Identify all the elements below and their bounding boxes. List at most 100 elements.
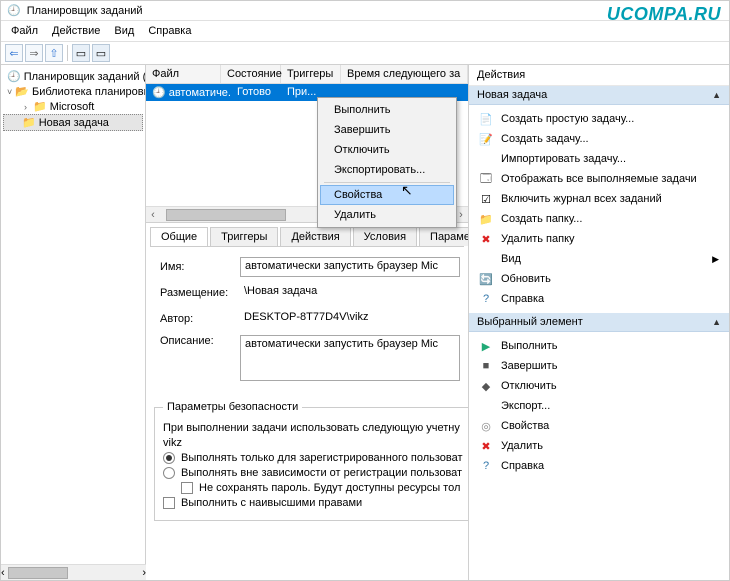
toolbar-btn-2[interactable]: ▭	[92, 44, 110, 62]
app-icon	[7, 4, 21, 17]
action-item[interactable]: ■Завершить	[473, 356, 725, 376]
action-label: Отключить	[501, 380, 557, 392]
separator	[324, 182, 450, 183]
up-button[interactable]	[45, 44, 63, 62]
action-item[interactable]: Вид▶	[473, 249, 725, 269]
action-label: Свойства	[501, 420, 549, 432]
tree-root[interactable]: Планировщик заданий (Лок	[3, 69, 143, 84]
name-field[interactable]: автоматически запустить браузер Mic	[240, 257, 460, 277]
ctx-export[interactable]: Экспортировать...	[320, 160, 454, 180]
tree-new-task[interactable]: Новая задача	[3, 114, 143, 131]
back-button[interactable]	[5, 44, 23, 62]
tab-triggers[interactable]: Триггеры	[210, 227, 278, 246]
task-state: Готово	[231, 84, 281, 101]
mouse-cursor: ↖	[401, 182, 413, 199]
folder-icon	[33, 100, 47, 113]
action-icon	[479, 252, 493, 266]
radio-icon	[163, 452, 175, 464]
action-label: Справка	[501, 293, 544, 305]
action-item[interactable]: 🔄 Обновить	[473, 269, 725, 289]
action-item[interactable]: 📝 Создать задачу...	[473, 129, 725, 149]
tab-params[interactable]: Параметры	[419, 227, 468, 246]
ctx-run[interactable]: Выполнить	[320, 100, 454, 120]
security-fieldset: Параметры безопасности При выполнении за…	[154, 401, 468, 521]
radio-icon	[163, 467, 175, 479]
action-item[interactable]: ◆Отключить	[473, 376, 725, 396]
action-item[interactable]: 📄Создать простую задачу...	[473, 109, 725, 129]
ctx-end[interactable]: Завершить	[320, 120, 454, 140]
action-item[interactable]: Импортировать задачу...	[473, 149, 725, 169]
action-label: Выполнить	[501, 340, 557, 352]
actions-pane: Действия Новая задача▲ 📄Создать простую …	[469, 65, 729, 580]
action-label: Обновить	[501, 273, 551, 285]
app-window: UCOMPA.RU Планировщик заданий Файл Дейст…	[0, 0, 730, 581]
tab-general[interactable]: Общие	[150, 227, 208, 246]
action-label: Справка	[501, 460, 544, 472]
list-header: Файл Состояние Триггеры Время следующего…	[146, 65, 468, 84]
clock-icon	[7, 70, 21, 83]
location-label: Размещение:	[160, 287, 240, 299]
check-icon	[163, 497, 175, 509]
location-field: \Новая задача	[240, 283, 460, 303]
author-field: DESKTOP-8T77D4V\vikz	[240, 309, 460, 329]
action-icon: 📁	[479, 212, 493, 226]
action-item[interactable]: 🗔Отображать все выполняемые задачи	[473, 169, 725, 189]
action-icon	[479, 399, 493, 413]
task-name: автоматиче...	[169, 87, 231, 99]
toolbar: ▭ ▭	[1, 42, 729, 65]
menu-help[interactable]: Справка	[142, 23, 197, 39]
action-icon: 🗔	[479, 172, 493, 186]
desc-field[interactable]: автоматически запустить браузер Mic	[240, 335, 460, 381]
actions-section-task[interactable]: Новая задача▲	[469, 86, 729, 105]
action-item[interactable]: ◎ Свойства	[473, 416, 725, 436]
menu-action[interactable]: Действие	[46, 23, 106, 39]
action-icon: ?	[479, 459, 493, 473]
action-item[interactable]: ✖Удалить папку	[473, 229, 725, 249]
check-no-password[interactable]: Не сохранять пароль. Будут доступны ресу…	[163, 482, 463, 494]
action-item[interactable]: ☑Включить журнал всех заданий	[473, 189, 725, 209]
radio-logged-on[interactable]: Выполнять только для зарегистрированного…	[163, 452, 463, 464]
check-icon	[181, 482, 193, 494]
tab-conditions[interactable]: Условия	[353, 227, 417, 246]
actions-section-selected[interactable]: Выбранный элемент▲	[469, 313, 729, 332]
check-highest[interactable]: Выполнить с наивысшими правами	[163, 497, 463, 509]
tab-actions[interactable]: Действия	[280, 227, 350, 246]
action-item[interactable]: ?Справка	[473, 289, 725, 309]
name-label: Имя:	[160, 261, 240, 273]
nav-tree: Планировщик заданий (Лок ˅ Библиотека пл…	[1, 65, 146, 580]
action-item[interactable]: 📁Создать папку...	[473, 209, 725, 229]
tree-scrollbar[interactable]: ‹›	[1, 564, 146, 580]
ctx-properties[interactable]: Свойства	[320, 185, 454, 205]
submenu-icon: ▶	[712, 254, 719, 265]
col-next[interactable]: Время следующего за	[341, 65, 468, 83]
tree-library[interactable]: ˅ Библиотека планировщ	[3, 84, 143, 99]
security-line1: При выполнении задачи использовать следу…	[163, 422, 463, 434]
action-icon	[479, 152, 493, 166]
action-icon: ◎	[479, 419, 493, 433]
col-file[interactable]: Файл	[146, 65, 221, 83]
tree-microsoft[interactable]: › Microsoft	[3, 99, 143, 114]
action-item[interactable]: Экспорт...	[473, 396, 725, 416]
radio-any[interactable]: Выполнять вне зависимости от регистрации…	[163, 467, 463, 479]
action-icon: 🔄	[479, 272, 493, 286]
menu-view[interactable]: Вид	[108, 23, 140, 39]
action-item[interactable]: ✖Удалить	[473, 436, 725, 456]
forward-button[interactable]	[25, 44, 43, 62]
collapse-icon: ▲	[712, 317, 721, 327]
toolbar-btn-1[interactable]: ▭	[72, 44, 90, 62]
ctx-delete[interactable]: Удалить	[320, 205, 454, 225]
tree-task-label: Новая задача	[39, 117, 109, 129]
menu-file[interactable]: Файл	[5, 23, 44, 39]
action-label: Создать задачу...	[501, 133, 589, 145]
ctx-disable[interactable]: Отключить	[320, 140, 454, 160]
action-icon: 📝	[479, 132, 493, 146]
action-item[interactable]: ▶ Выполнить	[473, 336, 725, 356]
expand-icon[interactable]: ›	[21, 102, 30, 112]
col-state[interactable]: Состояние	[221, 65, 281, 83]
watermark: UCOMPA.RU	[607, 4, 721, 25]
action-icon: ▶	[479, 339, 493, 353]
col-triggers[interactable]: Триггеры	[281, 65, 341, 83]
action-item[interactable]: ? Справка	[473, 456, 725, 476]
context-menu: Выполнить Завершить Отключить Экспортиро…	[317, 97, 457, 228]
collapse-icon[interactable]: ˅	[7, 87, 12, 97]
